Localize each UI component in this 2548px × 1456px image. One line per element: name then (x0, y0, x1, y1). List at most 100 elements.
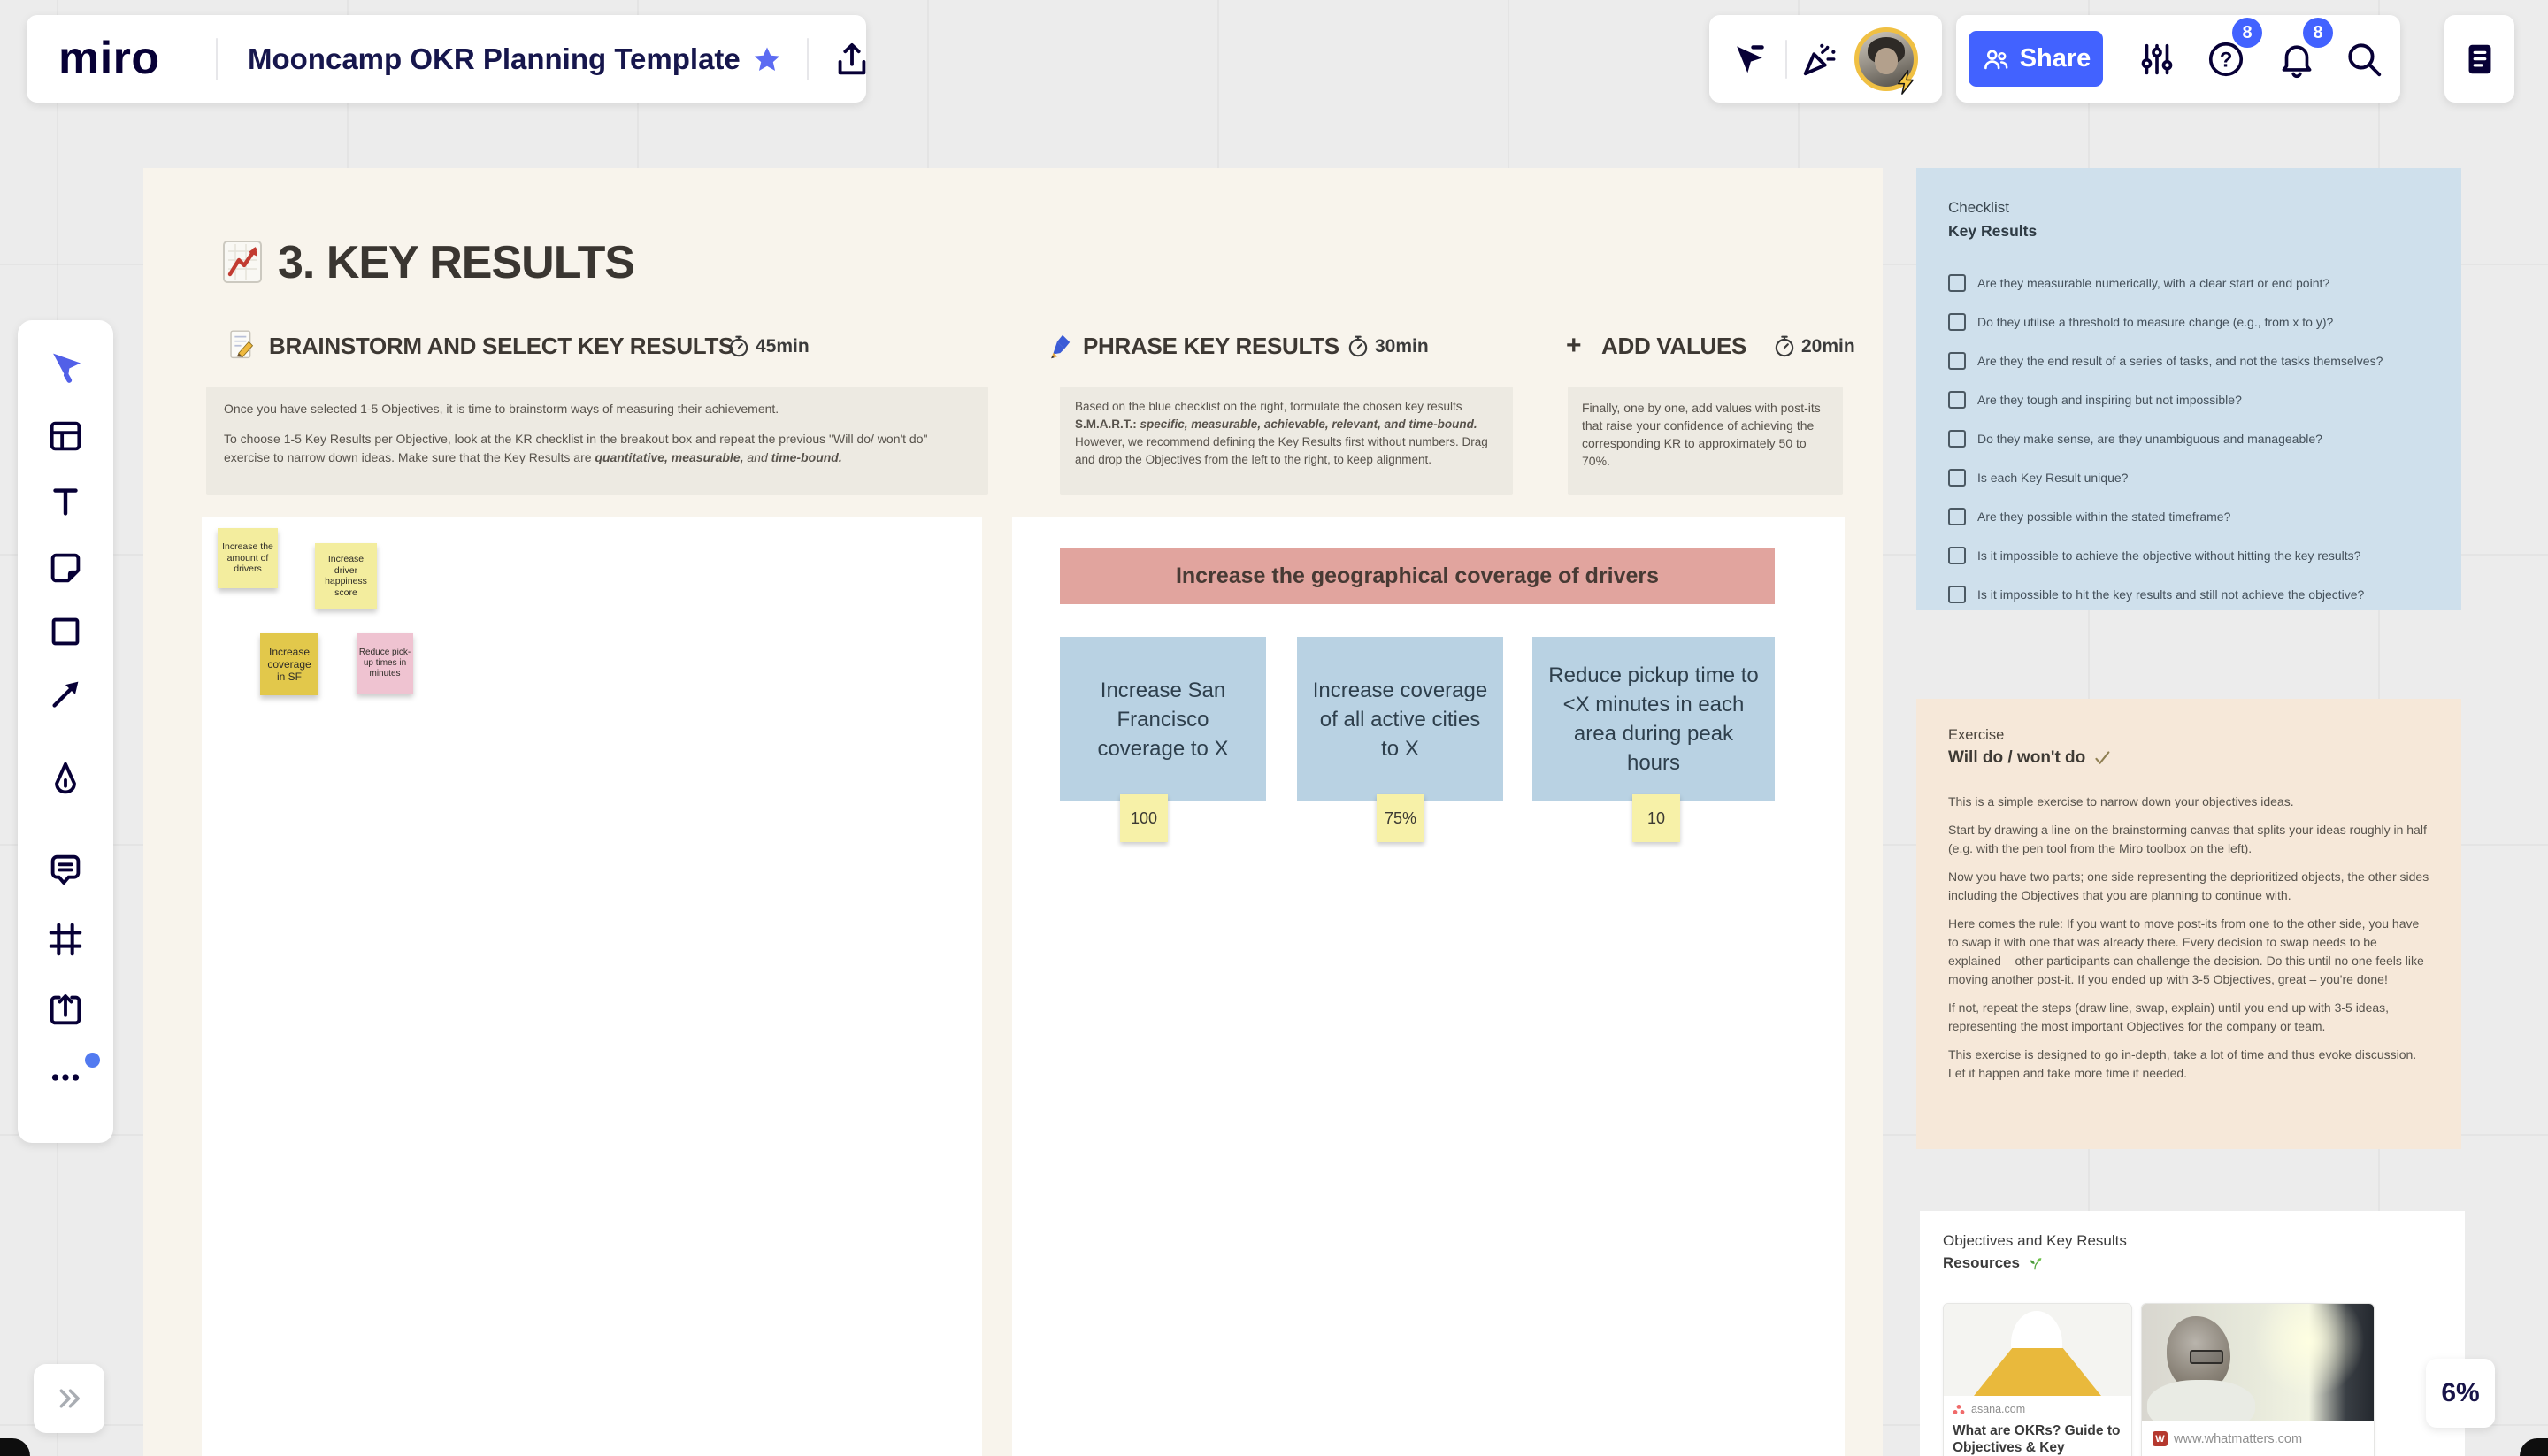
upload-tool-icon[interactable] (45, 989, 86, 1030)
key-result-card[interactable]: Reduce pickup time to <X minutes in each… (1532, 637, 1775, 801)
paragraph: Here comes the rule: If you want to move… (1948, 916, 2424, 986)
panel-eyebrow: Checklist (1948, 199, 2009, 216)
exercise-text: This is a simple exercise to narrow down… (1948, 793, 2431, 1083)
paragraph: Now you have two parts; one side represe… (1948, 870, 2429, 902)
checkbox[interactable] (1948, 352, 1966, 370)
section-heading: 3. KEY RESULTS (278, 237, 635, 288)
checkbox[interactable] (1948, 586, 1966, 603)
value-note[interactable]: 75% (1377, 794, 1424, 842)
board-settings-sliders-icon[interactable] (2137, 39, 2177, 80)
column-duration: 45min (756, 336, 810, 356)
text-tool-icon[interactable] (45, 481, 86, 522)
resources-panel[interactable]: Objectives and Key Results Resources asa… (1920, 1211, 2465, 1456)
people-icon (1981, 44, 2011, 74)
checkbox[interactable] (1948, 469, 1966, 487)
board-notes-icon[interactable] (2460, 39, 2500, 80)
divider (1785, 40, 1787, 79)
exercise-panel[interactable]: Exercise Will do / won't do This is a si… (1916, 699, 2461, 1149)
checklist-item: Are they measurable numerically, with a … (1948, 274, 2444, 292)
column-title-brainstorm: BRAINSTORM AND SELECT KEY RESULTS (269, 333, 734, 359)
checklist-item: Is each Key Result unique? (1948, 469, 2444, 487)
sticky-note[interactable]: Reduce pick-up times in minutes (357, 633, 413, 694)
zoom-level: 6% (2441, 1378, 2480, 1407)
double-chevron-right-icon (53, 1384, 85, 1413)
sticky-note[interactable]: Increase the amount of drivers (218, 528, 278, 588)
key-result-card[interactable]: Increase coverage of all active cities t… (1297, 637, 1503, 801)
board-title[interactable]: Mooncamp OKR Planning Template (248, 42, 741, 76)
checkbox[interactable] (1948, 430, 1966, 448)
column-duration: 20min (1801, 336, 1855, 356)
value-note[interactable]: 100 (1120, 794, 1168, 842)
paragraph: To choose 1-5 Key Results per Objective,… (224, 432, 928, 464)
follow-cursor-icon[interactable] (1729, 40, 1768, 79)
celebration-confetti-icon[interactable] (1800, 38, 1840, 79)
checklist-item: Is it impossible to achieve the objectiv… (1948, 547, 2444, 564)
sticky-note-tool-icon[interactable] (45, 548, 86, 588)
miro-logo[interactable]: miro (58, 34, 160, 82)
chart-increasing-icon (221, 239, 264, 285)
stopwatch-icon (727, 334, 750, 359)
topbar-actions: Share ? 8 8 (1956, 15, 2400, 103)
column-duration: 30min (1375, 336, 1429, 356)
pen-emoji-icon (1048, 331, 1074, 361)
help-badge: 8 (2232, 18, 2262, 48)
sticky-note[interactable]: Increase coverage in SF (260, 633, 318, 695)
frame-tool-icon[interactable] (45, 919, 86, 960)
resource-source: asana.com (1971, 1403, 2026, 1415)
export-upload-icon[interactable] (832, 39, 872, 80)
more-tools-icon[interactable] (45, 1057, 86, 1098)
checklist-items: Are they measurable numerically, with a … (1948, 274, 2444, 603)
value-note[interactable]: 10 (1632, 794, 1680, 842)
checkbox[interactable] (1948, 274, 1966, 292)
shapes-tool-icon[interactable] (45, 611, 86, 652)
lightning-badge-icon (1895, 70, 1916, 95)
paragraph: This exercise is designed to go in-depth… (1948, 1047, 2417, 1080)
expand-panel-button[interactable] (34, 1364, 104, 1433)
stopwatch-icon (1347, 334, 1370, 359)
divider (216, 38, 218, 80)
topbar-left: miro Mooncamp OKR Planning Template (27, 15, 866, 103)
select-tool-icon[interactable] (45, 348, 86, 388)
resource-title: What are OKRs? Guide to Objectives & Key (1953, 1423, 2121, 1455)
key-result-card[interactable]: Increase San Francisco coverage to X (1060, 637, 1266, 801)
paragraph: If not, repeat the steps (draw line, swa… (1948, 1000, 2390, 1033)
favorite-star-icon[interactable] (752, 44, 782, 74)
arrow-tool-icon[interactable] (45, 674, 86, 715)
panel-eyebrow: Objectives and Key Results (1943, 1232, 2127, 1249)
resource-card-asana[interactable]: asana.com What are OKRs? Guide to Object… (1943, 1303, 2132, 1456)
column-title-add-values: ADD VALUES (1601, 333, 1747, 359)
checklist-item: Are they the end result of a series of t… (1948, 352, 2444, 370)
checklist-item: Do they utilise a threshold to measure c… (1948, 313, 2444, 331)
instructions-phrase: Based on the blue checklist on the right… (1060, 387, 1513, 495)
templates-tool-icon[interactable] (45, 416, 86, 456)
seedling-icon (2027, 1255, 2043, 1271)
column-title-phrase: PHRASE KEY RESULTS (1083, 333, 1339, 359)
panel-eyebrow: Exercise (1948, 727, 2005, 743)
share-label: Share (2019, 44, 2091, 73)
brainstorm-canvas[interactable] (202, 517, 982, 1456)
paragraph: Based on the blue checklist on the right… (1075, 400, 1488, 466)
panel-title: Resources (1943, 1254, 2020, 1271)
pen-tool-icon[interactable] (45, 759, 86, 800)
check-mark-icon (2093, 750, 2111, 766)
resource-card-whatmatters[interactable]: W www.whatmatters.com (2141, 1303, 2375, 1456)
whatmatters-logo-icon: W (2153, 1431, 2168, 1446)
checkbox[interactable] (1948, 391, 1966, 409)
checklist-item: Do they make sense, are they unambiguous… (1948, 430, 2444, 448)
checkbox[interactable] (1948, 547, 1966, 564)
search-icon[interactable] (2344, 39, 2384, 80)
instructions-brainstorm: Once you have selected 1-5 Objectives, i… (206, 387, 988, 495)
zoom-level-button[interactable]: 6% (2426, 1359, 2495, 1428)
checklist-item: Are they tough and inspiring but not imp… (1948, 391, 2444, 409)
checklist-panel[interactable]: Checklist Key Results Are they measurabl… (1916, 168, 2461, 610)
board-frame[interactable]: 3. KEY RESULTS BRAINSTORM AND SELECT KEY… (143, 168, 1883, 1456)
share-button[interactable]: Share (1969, 31, 2103, 87)
stopwatch-icon (1773, 334, 1796, 359)
paragraph: Start by drawing a line on the brainstor… (1948, 823, 2427, 855)
panel-title: Will do / won't do (1948, 748, 2086, 767)
checkbox[interactable] (1948, 508, 1966, 525)
checkbox[interactable] (1948, 313, 1966, 331)
objective-banner[interactable]: Increase the geographical coverage of dr… (1060, 548, 1775, 604)
comment-tool-icon[interactable] (45, 851, 86, 892)
sticky-note[interactable]: Increase driver happiness score (315, 543, 377, 609)
